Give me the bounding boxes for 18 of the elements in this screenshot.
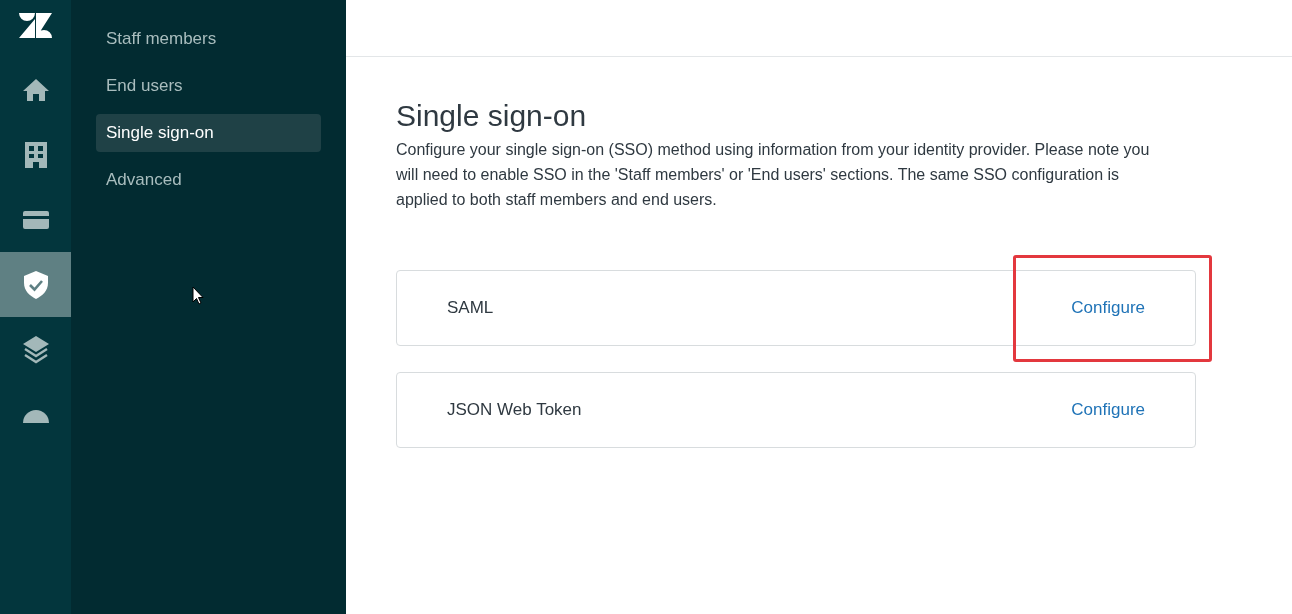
- building-icon: [24, 141, 47, 168]
- nav-item[interactable]: Advanced: [96, 161, 321, 199]
- home-icon: [21, 77, 50, 102]
- page-title: Single sign-on: [396, 99, 588, 133]
- page-description: Configure your single sign-on (SSO) method using information from your identity provider. Please note you will need to enable SSO in the 'Staff members' or 'End users' sections. The same SSO configuration is applied to both staff members and end users.: [396, 140, 1151, 210]
- method-name: SAML: [447, 298, 494, 318]
- layers-icon: [22, 335, 49, 364]
- nav-item[interactable]: End users: [96, 67, 321, 105]
- configure-link[interactable]: Configure: [1071, 298, 1145, 318]
- nav-item[interactable]: Staff members: [96, 20, 321, 58]
- shield-check-icon: [23, 270, 48, 299]
- logo-icon[interactable]: [19, 13, 52, 38]
- pointer-cursor-icon: [192, 286, 204, 305]
- rail-item[interactable]: [0, 252, 71, 317]
- nav-item[interactable]: Single sign-on: [96, 114, 321, 152]
- configure-link[interactable]: Configure: [1071, 400, 1145, 420]
- card-icon: [22, 210, 49, 229]
- method-name: JSON Web Token: [447, 400, 582, 420]
